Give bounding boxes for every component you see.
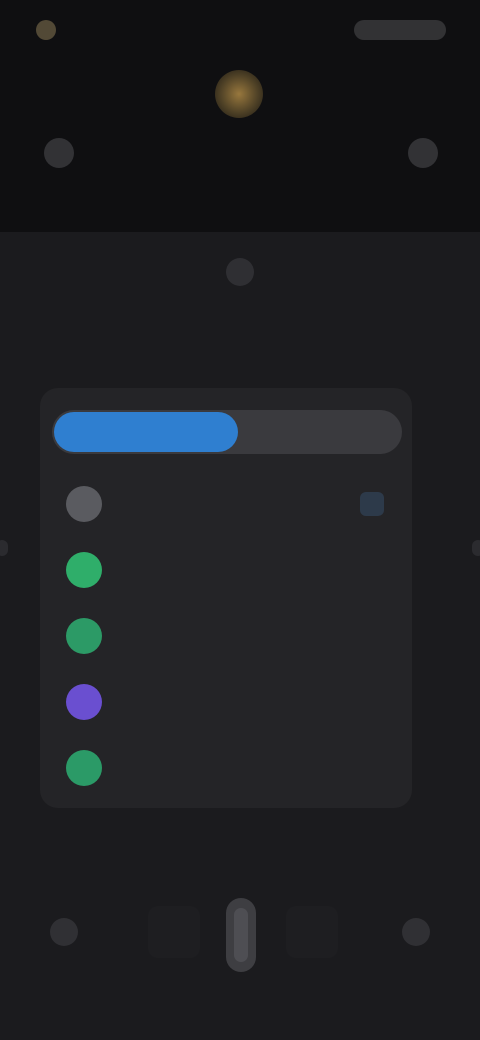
left-action-icon[interactable] [44, 138, 74, 168]
profile-badge[interactable] [215, 70, 263, 118]
avatar-icon [66, 750, 102, 786]
segment-active-label[interactable] [54, 410, 238, 454]
list-item[interactable] [40, 736, 412, 800]
avatar-icon [66, 552, 102, 588]
right-edge-handle[interactable] [472, 540, 480, 556]
list-item[interactable] [40, 472, 412, 536]
avatar-icon [66, 618, 102, 654]
sheet-handle-icon[interactable] [226, 258, 254, 286]
nav-right-icon[interactable] [402, 918, 430, 946]
nav-right-square[interactable] [286, 906, 338, 958]
list-item[interactable] [40, 670, 412, 734]
checkbox-icon[interactable] [360, 492, 384, 516]
segmented-control[interactable] [52, 410, 402, 454]
center-slider[interactable] [226, 898, 256, 972]
status-icons [354, 20, 446, 40]
list-item[interactable] [40, 604, 412, 668]
status-bar [0, 0, 480, 60]
left-edge-handle[interactable] [0, 540, 8, 556]
nav-left-icon[interactable] [50, 918, 78, 946]
right-action-icon[interactable] [408, 138, 438, 168]
nav-left-square[interactable] [148, 906, 200, 958]
segment-inactive-label[interactable] [242, 410, 400, 454]
selection-card [40, 388, 412, 808]
status-dot-icon [36, 20, 56, 40]
avatar-icon [66, 486, 102, 522]
list-item[interactable] [40, 538, 412, 602]
slider-thumb[interactable] [234, 908, 248, 962]
avatar-icon [66, 684, 102, 720]
